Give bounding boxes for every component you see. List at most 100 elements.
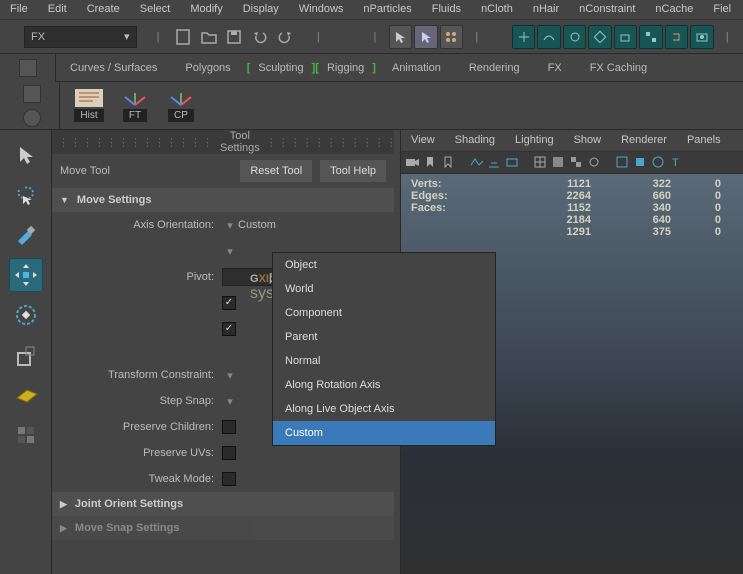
isolate-icon[interactable] — [633, 155, 649, 171]
camera-icon[interactable] — [405, 155, 421, 171]
shelf-tab-fx[interactable]: FX — [534, 56, 576, 80]
select-hierarchy-icon[interactable] — [414, 25, 437, 49]
axis-orientation-value[interactable]: Custom — [238, 219, 338, 231]
chevron-down-icon[interactable]: ▾ — [222, 369, 238, 382]
dropdown-item-along-rotation[interactable]: Along Rotation Axis — [273, 373, 495, 397]
snap-live-icon[interactable] — [639, 25, 662, 49]
menu-ncloth[interactable]: nCloth — [471, 0, 523, 19]
shelf-menu-icon[interactable] — [23, 85, 41, 103]
shelf-tab-sculpting[interactable]: Sculpting — [252, 56, 309, 80]
time-icon[interactable]: T — [669, 155, 685, 171]
shelf-tab-animation[interactable]: Animation — [378, 56, 455, 80]
menu-nhair[interactable]: nHair — [523, 0, 569, 19]
move-tool-button[interactable] — [9, 258, 43, 292]
divider-icon: | — [307, 25, 330, 49]
grid-icon[interactable] — [487, 155, 503, 171]
select-tool-button[interactable] — [9, 138, 43, 172]
shelf-history-button[interactable]: Hist — [68, 89, 110, 122]
scale-tool-button[interactable] — [9, 338, 43, 372]
dropdown-item-component[interactable]: Component — [273, 301, 495, 325]
checkbox-2[interactable] — [222, 322, 236, 336]
select-tool-icon[interactable] — [389, 25, 412, 49]
vp-menu-view[interactable]: View — [401, 130, 445, 151]
shelf-tab-rigging[interactable]: Rigging — [321, 56, 370, 80]
shelf-tab-polygons[interactable]: Polygons — [171, 56, 244, 80]
render-icon[interactable] — [690, 25, 713, 49]
shelf-up-icon[interactable] — [19, 59, 37, 77]
menu-ncache[interactable]: nCache — [645, 0, 703, 19]
menu-create[interactable]: Create — [77, 0, 130, 19]
menu-edit[interactable]: Edit — [38, 0, 77, 19]
drag-dots-icon[interactable]: ⋮⋮⋮⋮⋮⋮⋮⋮⋮⋮⋮⋮⋮ — [58, 136, 214, 149]
bookmark-icon[interactable] — [423, 155, 439, 171]
menu-file[interactable]: File — [0, 0, 38, 19]
snap-toggle-icon[interactable] — [665, 25, 688, 49]
lasso-tool-button[interactable] — [9, 178, 43, 212]
menu-windows[interactable]: Windows — [289, 0, 354, 19]
dropdown-item-parent[interactable]: Parent — [273, 325, 495, 349]
dropdown-item-along-live[interactable]: Along Live Object Axis — [273, 397, 495, 421]
menu-nconstraint[interactable]: nConstraint — [569, 0, 645, 19]
shelf-cp-button[interactable]: CP — [160, 89, 202, 122]
menu-display[interactable]: Display — [233, 0, 289, 19]
vp-menu-panels[interactable]: Panels — [677, 130, 731, 151]
module-selector[interactable]: FX ▾ — [24, 26, 137, 48]
snap-curve-icon[interactable] — [537, 25, 560, 49]
bookmark2-icon[interactable] — [441, 155, 457, 171]
reset-tool-button[interactable]: Reset Tool — [240, 160, 312, 182]
select-component-icon[interactable] — [440, 25, 463, 49]
snap-point-icon[interactable] — [563, 25, 586, 49]
snap-plane-icon[interactable] — [614, 25, 637, 49]
vp-menu-renderer[interactable]: Renderer — [611, 130, 677, 151]
menu-modify[interactable]: Modify — [180, 0, 232, 19]
menu-fluids[interactable]: Fluids — [422, 0, 471, 19]
dropdown-item-world[interactable]: World — [273, 277, 495, 301]
xray-icon[interactable] — [615, 155, 631, 171]
redo-icon[interactable] — [273, 25, 296, 49]
tool-help-button[interactable]: Tool Help — [320, 160, 386, 182]
snap-view-icon[interactable] — [651, 155, 667, 171]
chevron-down-icon[interactable]: ▾ — [222, 245, 238, 258]
undo-icon[interactable] — [248, 25, 271, 49]
menu-select[interactable]: Select — [130, 0, 181, 19]
save-scene-icon[interactable] — [223, 25, 246, 49]
wireframe-icon[interactable] — [533, 155, 549, 171]
shelf-gear-icon[interactable] — [23, 109, 41, 127]
preserve-uvs-checkbox[interactable] — [222, 446, 236, 460]
bracket-close-icon: ][ — [310, 56, 321, 80]
dropdown-item-object[interactable]: Object — [273, 253, 495, 277]
dropdown-item-normal[interactable]: Normal — [273, 349, 495, 373]
preserve-children-checkbox[interactable] — [222, 420, 236, 434]
shelf-tab-rendering[interactable]: Rendering — [455, 56, 534, 80]
lights-icon[interactable] — [587, 155, 603, 171]
textured-icon[interactable] — [569, 155, 585, 171]
menu-nparticles[interactable]: nParticles — [353, 0, 421, 19]
vp-menu-show[interactable]: Show — [564, 130, 612, 151]
joint-orient-section-header[interactable]: ▶ Joint Orient Settings — [52, 492, 394, 516]
snap-grid-icon[interactable] — [512, 25, 535, 49]
chevron-down-icon[interactable]: ▾ — [222, 219, 238, 232]
plane-tool-button[interactable] — [9, 378, 43, 412]
menu-field[interactable]: Fiel — [703, 0, 741, 19]
shaded-icon[interactable] — [551, 155, 567, 171]
image-plane-icon[interactable] — [469, 155, 485, 171]
move-snap-section-header[interactable]: ▶ Move Snap Settings — [52, 516, 394, 540]
checkbox-1[interactable] — [222, 296, 236, 310]
tweak-mode-checkbox[interactable] — [222, 472, 236, 486]
vp-menu-lighting[interactable]: Lighting — [505, 130, 564, 151]
open-scene-icon[interactable] — [197, 25, 220, 49]
snap-projection-icon[interactable] — [588, 25, 611, 49]
rotate-tool-button[interactable] — [9, 298, 43, 332]
vp-menu-shading[interactable]: Shading — [445, 130, 505, 151]
show-manip-button[interactable] — [9, 418, 43, 452]
film-gate-icon[interactable] — [505, 155, 521, 171]
shelf-tab-fxcaching[interactable]: FX Caching — [576, 56, 661, 80]
shelf-tab-curves[interactable]: Curves / Surfaces — [56, 56, 171, 80]
move-settings-section-header[interactable]: ▼ Move Settings — [52, 188, 394, 212]
paint-select-tool-button[interactable] — [9, 218, 43, 252]
shelf-ft-button[interactable]: FT — [114, 89, 156, 122]
new-scene-icon[interactable] — [172, 25, 195, 49]
chevron-down-icon[interactable]: ▾ — [222, 395, 238, 408]
dropdown-item-custom[interactable]: Custom — [273, 421, 495, 445]
drag-dots-icon[interactable]: ⋮⋮⋮⋮⋮⋮⋮⋮⋮⋮⋮⋮⋮ — [266, 136, 422, 149]
